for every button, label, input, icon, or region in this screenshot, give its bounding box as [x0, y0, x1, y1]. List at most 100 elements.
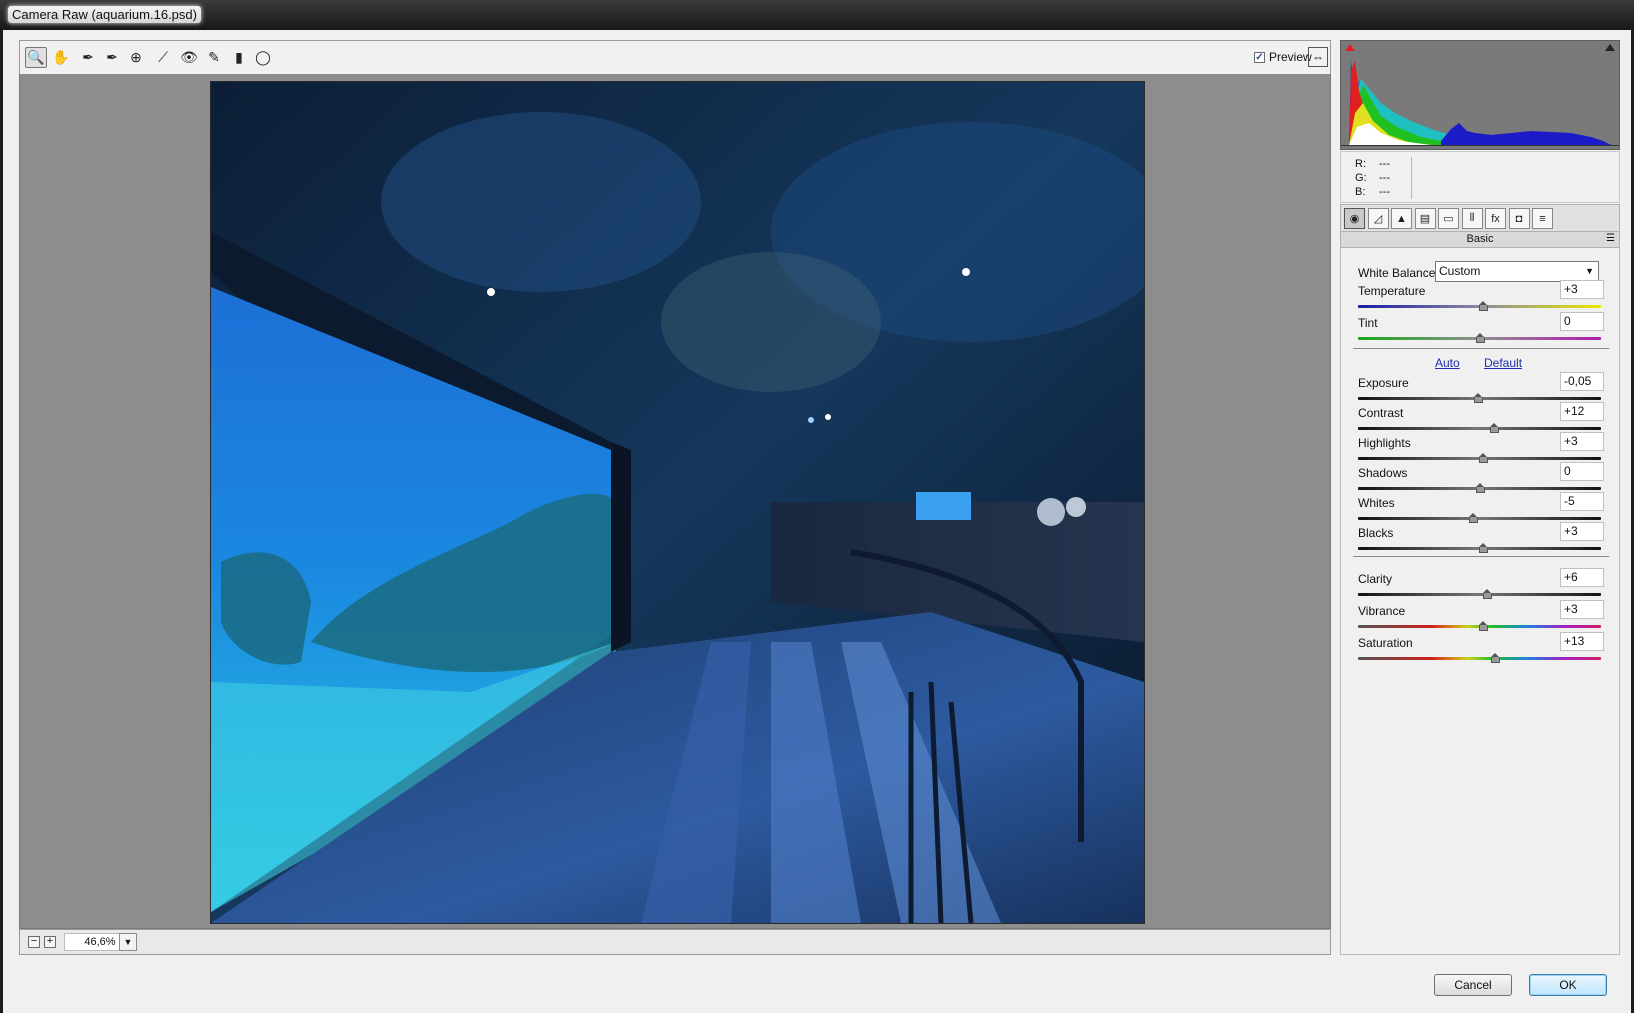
divider — [1353, 556, 1609, 557]
basic-panel: White Balance: Custom ▼ Auto Default Tem… — [1340, 248, 1620, 955]
temperature-value-field[interactable]: +3 — [1560, 280, 1604, 299]
blacks-label: Blacks — [1358, 526, 1394, 540]
shadows-slider-thumb[interactable] — [1475, 483, 1485, 493]
adjustment-brush-button[interactable]: ✎ — [203, 47, 225, 68]
tab-split-toning[interactable]: ▭ — [1438, 208, 1459, 229]
panel-tabs: ◉ ◿ ▲ ▤ ▭ ⫴ fx ◘ ≡ — [1340, 204, 1620, 232]
targeted-adjustment-tool-button[interactable]: ⊕ — [125, 47, 147, 68]
window-frame-left — [0, 30, 3, 1013]
zoom-level-value: 46,6% — [84, 936, 116, 948]
preview-toggle[interactable]: ✓ Preview — [1254, 50, 1312, 64]
lens-corrections-icon: ⫴ — [1469, 212, 1475, 224]
highlights-value-field[interactable]: +3 — [1560, 432, 1604, 451]
graduated-filter-button[interactable]: ▮ — [228, 47, 250, 68]
histogram — [1340, 40, 1620, 150]
cancel-button[interactable]: Cancel — [1434, 974, 1512, 996]
white-balance-select[interactable]: Custom ▼ — [1435, 261, 1599, 282]
presets-icon: ≡ — [1539, 212, 1546, 225]
zoom-in-button[interactable]: + — [44, 936, 56, 948]
shadows-value-field[interactable]: 0 — [1560, 462, 1604, 481]
straighten-tool-button[interactable]: ⟋ — [152, 47, 174, 68]
temperature-label: Temperature — [1358, 284, 1426, 298]
r-value: --- — [1379, 158, 1390, 170]
split-toning-icon: ▭ — [1443, 213, 1454, 225]
blacks-slider-row: Blacks +3 — [1358, 522, 1604, 556]
whites-slider-track[interactable] — [1358, 517, 1601, 520]
radial-filter-icon: ◯ — [255, 49, 271, 65]
fullscreen-button[interactable]: ⇔ — [1308, 47, 1328, 67]
exposure-value-field[interactable]: -0,05 — [1560, 372, 1604, 391]
whites-value-field[interactable]: -5 — [1560, 492, 1604, 511]
radial-filter-button[interactable]: ◯ — [252, 47, 274, 68]
default-link[interactable]: Default — [1484, 356, 1522, 370]
zoom-tool-icon: 🔍 — [27, 49, 45, 65]
rgb-readout: R: --- G: --- B: --- — [1340, 151, 1620, 203]
saturation-value-field[interactable]: +13 — [1560, 632, 1604, 651]
b-label: B: — [1355, 186, 1366, 198]
panel-title: Basic — [1466, 233, 1494, 245]
divider — [1353, 348, 1609, 349]
clarity-slider-track[interactable] — [1358, 593, 1601, 596]
red-eye-tool-button[interactable]: 👁 — [178, 47, 200, 68]
shadows-label: Shadows — [1358, 466, 1408, 480]
vibrance-slider-thumb[interactable] — [1479, 621, 1489, 631]
contrast-slider-thumb[interactable] — [1490, 423, 1500, 433]
hsl-icon: ▤ — [1419, 213, 1431, 225]
zoom-out-button[interactable]: − — [28, 936, 40, 948]
clarity-value-field[interactable]: +6 — [1560, 568, 1604, 587]
tab-presets[interactable]: ≡ — [1532, 208, 1553, 229]
panel-menu-icon[interactable]: ☰ — [1606, 232, 1615, 246]
blacks-value-field[interactable]: +3 — [1560, 522, 1604, 541]
shadow-clipping-warning-icon — [1345, 44, 1355, 51]
tab-detail[interactable]: ▲ — [1391, 208, 1412, 229]
zoom-dropdown-button[interactable]: ▼ — [119, 933, 137, 951]
blacks-slider-thumb[interactable] — [1479, 543, 1489, 553]
g-value: --- — [1379, 172, 1390, 184]
auto-link[interactable]: Auto — [1435, 356, 1460, 370]
white-balance-label: White Balance: — [1358, 266, 1439, 280]
graduated-filter-icon: ▮ — [235, 49, 243, 65]
zoom-tool-button[interactable]: 🔍 — [25, 47, 47, 68]
temperature-slider-thumb[interactable] — [1479, 301, 1489, 311]
status-bar: − + 46,6% ▼ — [19, 929, 1331, 955]
tab-hsl[interactable]: ▤ — [1414, 208, 1436, 229]
clarity-slider-row: Clarity +6 — [1358, 568, 1604, 602]
g-label: G: — [1355, 172, 1367, 184]
photo-preview[interactable] — [210, 81, 1145, 924]
tint-label: Tint — [1358, 316, 1378, 330]
aquarium-photo — [211, 82, 1144, 923]
tab-tone-curve[interactable]: ◿ — [1367, 208, 1389, 229]
vibrance-value-field[interactable]: +3 — [1560, 600, 1604, 619]
b-value: --- — [1379, 186, 1390, 198]
highlights-slider-thumb[interactable] — [1479, 453, 1489, 463]
tint-slider-thumb[interactable] — [1475, 333, 1485, 343]
exposure-slider-thumb[interactable] — [1474, 393, 1484, 403]
window-title: Camera Raw (aquarium.16.psd) — [8, 6, 201, 23]
preview-checkbox[interactable]: ✓ — [1254, 51, 1265, 63]
white-balance-tool-button[interactable]: ✒ — [77, 47, 99, 68]
clarity-slider-thumb[interactable] — [1482, 589, 1492, 599]
contrast-slider-track[interactable] — [1358, 427, 1601, 430]
vibrance-slider-row: Vibrance +3 — [1358, 600, 1604, 634]
contrast-value-field[interactable]: +12 — [1560, 402, 1604, 421]
color-sampler-tool-button[interactable]: ✒ — [101, 47, 123, 68]
whites-label: Whites — [1358, 496, 1395, 510]
chevron-down-icon: ▼ — [1585, 266, 1594, 276]
hand-tool-button[interactable]: ✋ — [50, 47, 72, 68]
tab-basic[interactable]: ◉ — [1344, 208, 1365, 229]
whites-slider-thumb[interactable] — [1469, 513, 1479, 523]
saturation-slider-track[interactable] — [1358, 657, 1601, 660]
tab-camera-calibration[interactable]: ◘ — [1508, 208, 1530, 229]
vibrance-label: Vibrance — [1358, 604, 1406, 618]
saturation-slider-thumb[interactable] — [1491, 653, 1501, 663]
tab-lens-corrections[interactable]: ⫴ — [1461, 208, 1483, 229]
tint-value-field[interactable]: 0 — [1560, 312, 1604, 331]
hand-tool-icon: ✋ — [52, 49, 70, 65]
clarity-label: Clarity — [1358, 572, 1393, 586]
basic-icon: ◉ — [1349, 213, 1360, 225]
image-viewer[interactable] — [19, 74, 1331, 929]
tone-curve-icon: ◿ — [1373, 213, 1383, 225]
tab-effects[interactable]: fx — [1485, 208, 1506, 229]
chevron-down-icon: ▼ — [123, 937, 133, 947]
ok-button[interactable]: OK — [1529, 974, 1607, 996]
